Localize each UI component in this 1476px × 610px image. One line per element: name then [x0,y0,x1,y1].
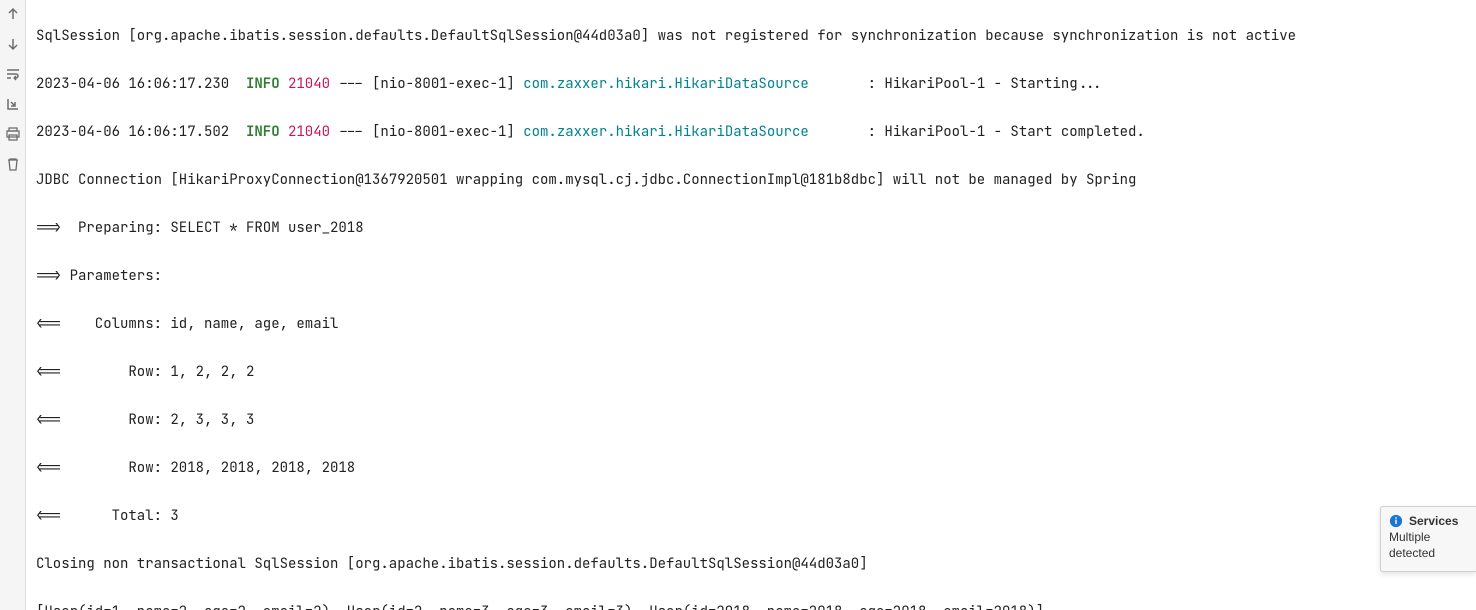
soft-wrap-icon[interactable] [5,66,21,82]
log-line: Closing non transactional SqlSession [or… [36,552,1468,576]
log-line: <== Row: 2018, 2018, 2018, 2018 [36,456,1468,480]
arrow-down-icon[interactable] [5,36,21,52]
notification-title: Services [1409,513,1458,529]
console-gutter [0,0,26,610]
log-line: <== Total: 3 [36,504,1468,528]
trash-icon[interactable] [5,156,21,172]
log-line: JDBC Connection [HikariProxyConnection@1… [36,168,1468,192]
log-line: SqlSession [org.apache.ibatis.session.de… [36,24,1468,48]
log-logger: com.zaxxer.hikari.HikariDataSource [523,75,809,93]
log-line: ==> Preparing: SELECT * FROM user_2018 [36,216,1468,240]
log-level-info: INFO [246,75,280,93]
console-output[interactable]: SqlSession [org.apache.ibatis.session.de… [26,0,1476,610]
notification-body: Multiple [1389,529,1468,545]
print-icon[interactable] [5,126,21,142]
log-line: 2023-04-06 16:06:17.502 INFO 21040 --- [… [36,120,1468,144]
services-notification[interactable]: Services Multiple detected [1380,506,1476,572]
info-icon [1389,514,1403,528]
log-line: <== Row: 1, 2, 2, 2 [36,360,1468,384]
scroll-to-end-icon[interactable] [5,96,21,112]
log-line: [User(id=1, name=2, age=2, email=2), Use… [36,600,1468,610]
log-pid: 21040 [280,75,330,93]
log-level-info: INFO [246,123,280,141]
log-line: <== Columns: id, name, age, email [36,312,1468,336]
log-logger: com.zaxxer.hikari.HikariDataSource [523,123,809,141]
log-line: <== Row: 2, 3, 3, 3 [36,408,1468,432]
arrow-up-icon[interactable] [5,6,21,22]
log-pid: 21040 [280,123,330,141]
log-line: ==> Parameters: [36,264,1468,288]
log-line: 2023-04-06 16:06:17.230 INFO 21040 --- [… [36,72,1468,96]
notification-body: detected [1389,545,1468,561]
